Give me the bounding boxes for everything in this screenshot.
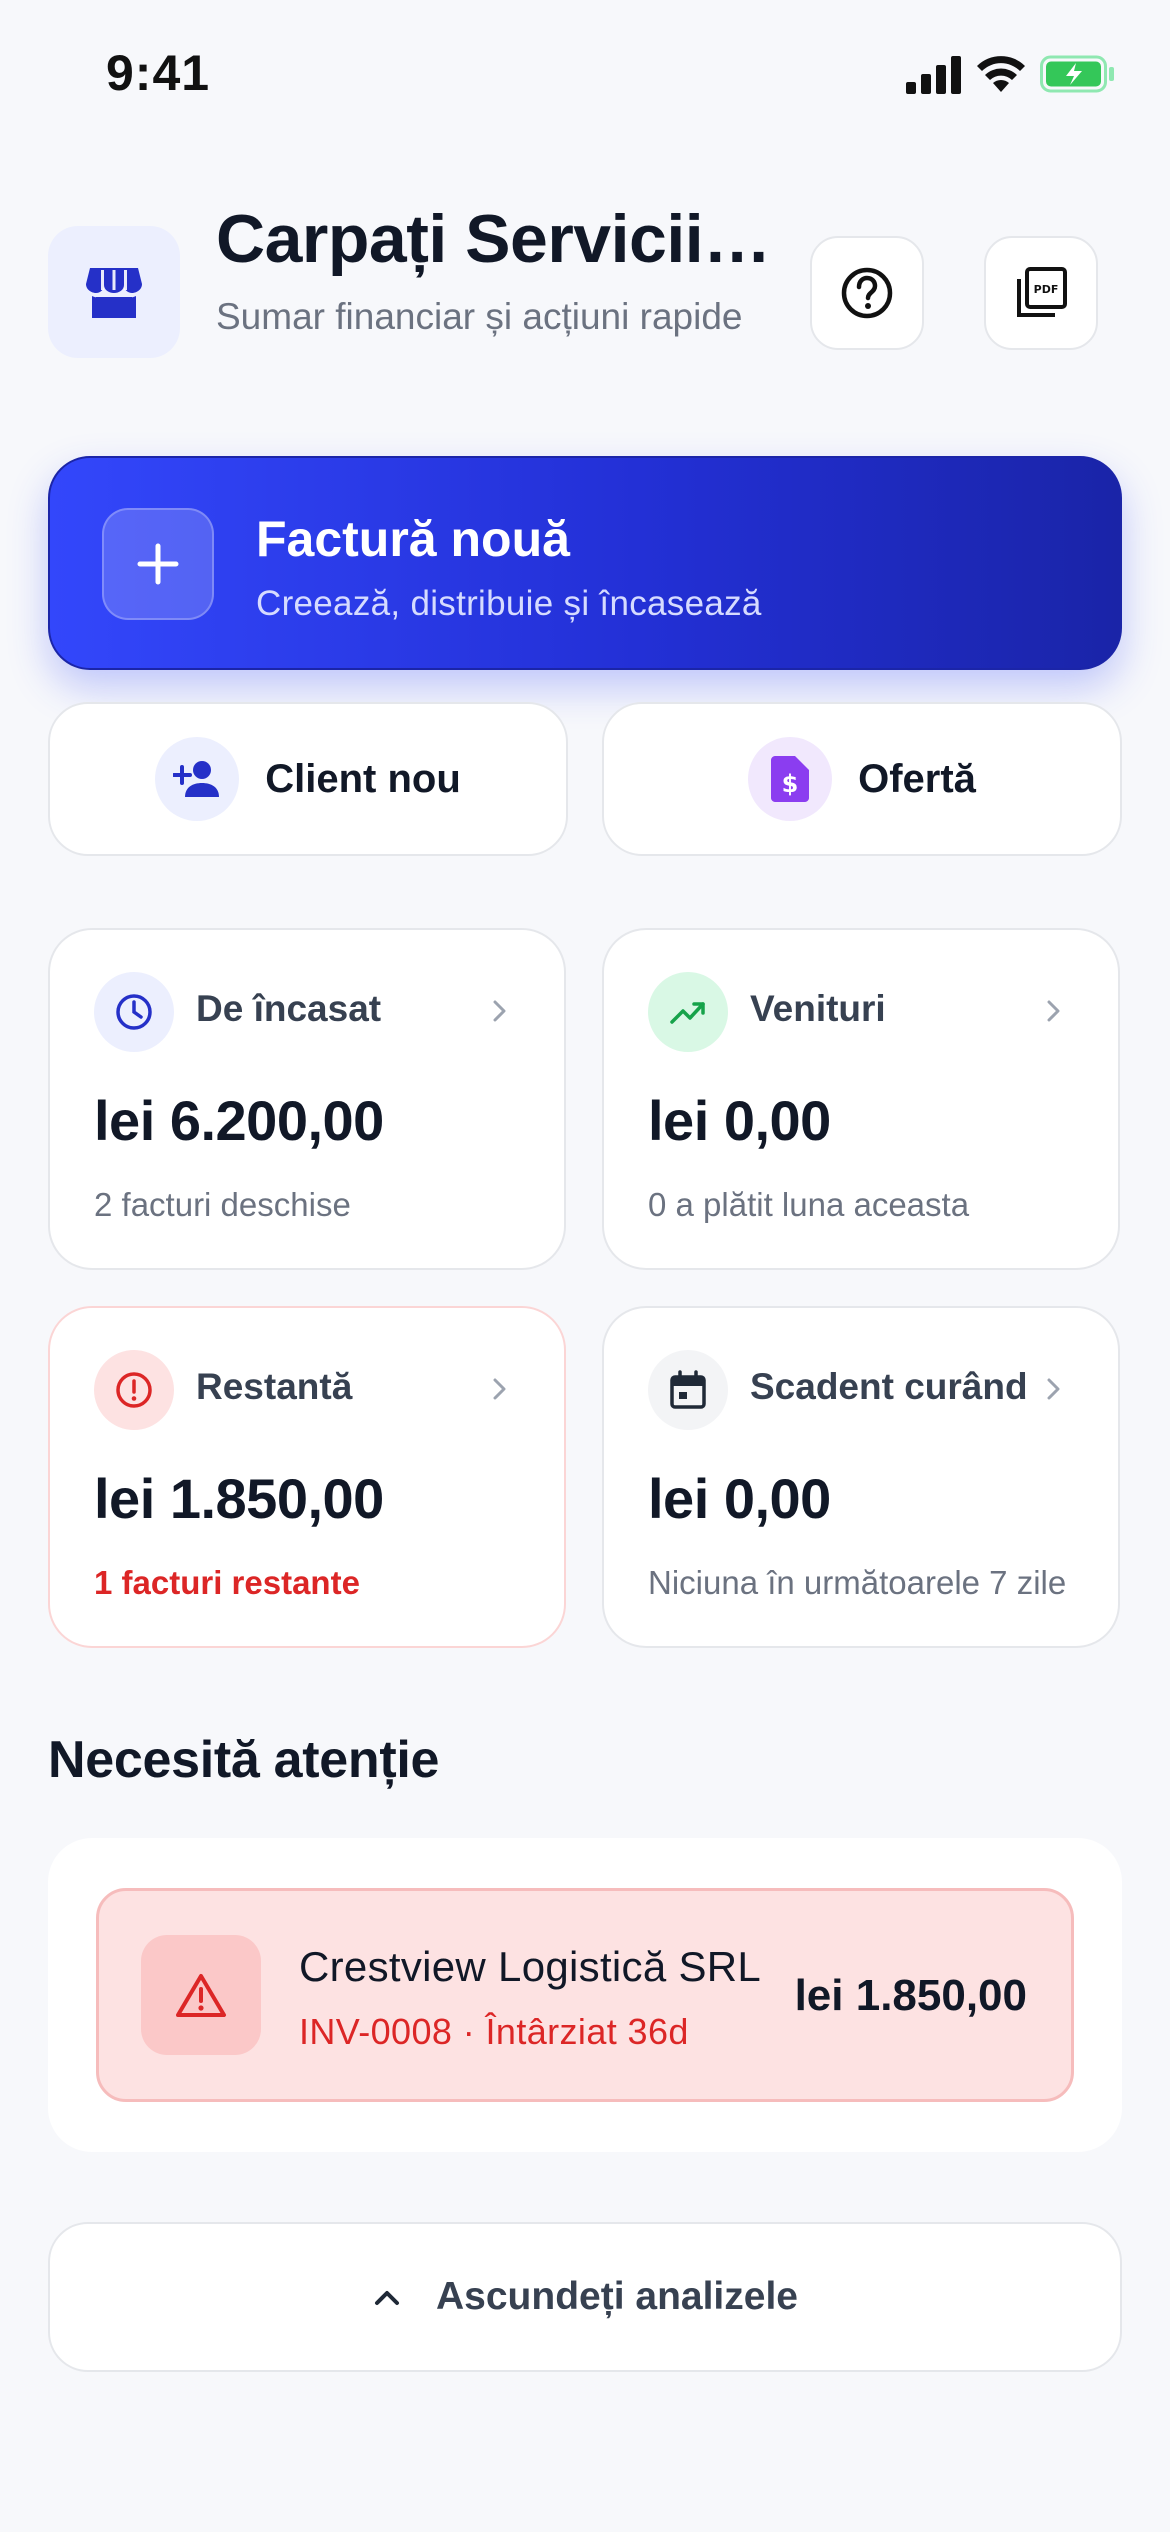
alert-circle-icon-badge xyxy=(94,1350,174,1430)
stat-note: Niciuna în următoarele 7 zile xyxy=(648,1564,1067,1601)
hide-analytics-button[interactable]: Ascundeți analizele xyxy=(48,2222,1122,2372)
overdue-invoice-meta: INV-0008 · Întârziat 36d xyxy=(299,2011,689,2052)
stat-value: lei 6.200,00 xyxy=(94,1089,384,1152)
trending-up-icon-badge xyxy=(648,972,728,1052)
attention-panel: Crestview Logistică SRL INV-0008 · Întâr… xyxy=(48,1838,1122,2152)
header-subtitle: Sumar financiar și acțiuni rapide xyxy=(216,296,743,337)
person-add-icon xyxy=(173,761,220,797)
stat-card-receivable[interactable]: De încasat lei 6.200,00 2 facturi deschi… xyxy=(48,928,566,1270)
calendar-icon xyxy=(670,1370,706,1409)
new-client-button[interactable]: Client nou xyxy=(48,702,568,856)
overdue-amount: lei 1.850,00 xyxy=(794,1971,1027,2020)
stat-label: Venituri xyxy=(750,988,886,1029)
status-time: 9:41 xyxy=(106,45,211,101)
trending-up-icon xyxy=(670,1002,705,1024)
storefront-icon xyxy=(86,268,142,318)
wifi-icon xyxy=(977,56,1025,92)
stat-note: 1 facturi restante xyxy=(94,1564,360,1601)
business-logo-tile xyxy=(48,226,180,358)
export-pdf-button[interactable]: PDF xyxy=(984,236,1098,350)
chevron-right-icon xyxy=(493,1000,506,1022)
business-name: Carpați Servicii SRL xyxy=(216,201,786,277)
svg-text:$: $ xyxy=(782,770,799,798)
plus-icon-tile xyxy=(102,508,214,620)
stat-value: lei 0,00 xyxy=(648,1089,831,1152)
warning-icon-badge xyxy=(141,1935,261,2055)
stat-label: De încasat xyxy=(196,988,382,1029)
person-add-icon-badge xyxy=(155,737,240,821)
new-client-label: Client nou xyxy=(265,756,461,801)
help-circle-icon xyxy=(841,267,893,319)
clock-icon-badge xyxy=(94,972,174,1052)
cellular-signal-icon xyxy=(906,56,961,94)
pdf-icon-label: PDF xyxy=(1034,283,1059,296)
overdue-client-name: Crestview Logistică SRL xyxy=(299,1943,762,1990)
overdue-invoice-item[interactable]: Crestview Logistică SRL INV-0008 · Întâr… xyxy=(96,1888,1074,2102)
new-invoice-button[interactable]: Factură nouă Creează, distribuie și înca… xyxy=(48,456,1122,670)
chevron-right-icon xyxy=(1047,1378,1060,1400)
status-bar: 9:41 xyxy=(0,0,1170,150)
pdf-icon: PDF xyxy=(1017,267,1067,317)
stat-card-overdue[interactable]: Restantă lei 1.850,00 1 facturi restante xyxy=(48,1306,566,1648)
new-quote-button[interactable]: $ Ofertă xyxy=(602,702,1122,856)
warning-triangle-icon xyxy=(176,1974,226,2017)
stat-note: 0 a plătit luna aceasta xyxy=(648,1186,970,1223)
clock-icon xyxy=(116,994,152,1030)
stat-value: lei 0,00 xyxy=(648,1467,831,1530)
battery-charging-icon xyxy=(1040,55,1114,93)
stat-label: Scadent curând xyxy=(750,1366,1028,1407)
calendar-icon-badge xyxy=(648,1350,728,1430)
invoice-icon-badge: $ xyxy=(748,737,833,821)
stat-value: lei 1.850,00 xyxy=(94,1467,384,1530)
stat-card-revenue[interactable]: Venituri lei 0,00 0 a plătit luna aceast… xyxy=(602,928,1120,1270)
new-invoice-subtitle: Creează, distribuie și încasează xyxy=(256,584,762,623)
invoice-dollar-icon: $ xyxy=(771,756,810,802)
chevron-right-icon xyxy=(493,1378,506,1400)
new-quote-label: Ofertă xyxy=(858,756,976,801)
stat-note: 2 facturi deschise xyxy=(94,1186,351,1223)
stat-card-due-soon[interactable]: Scadent curând lei 0,00 Niciuna în următ… xyxy=(602,1306,1120,1648)
stat-label: Restantă xyxy=(196,1366,353,1407)
new-invoice-title: Factură nouă xyxy=(256,511,570,567)
plus-icon xyxy=(137,543,179,585)
chevron-up-icon xyxy=(375,2291,400,2305)
help-button[interactable] xyxy=(810,236,924,350)
hide-analytics-label: Ascundeți analizele xyxy=(436,2275,798,2318)
alert-circle-icon xyxy=(116,1372,152,1408)
chevron-right-icon xyxy=(1047,1000,1060,1022)
attention-section-title: Necesită atenție xyxy=(48,1731,440,1789)
